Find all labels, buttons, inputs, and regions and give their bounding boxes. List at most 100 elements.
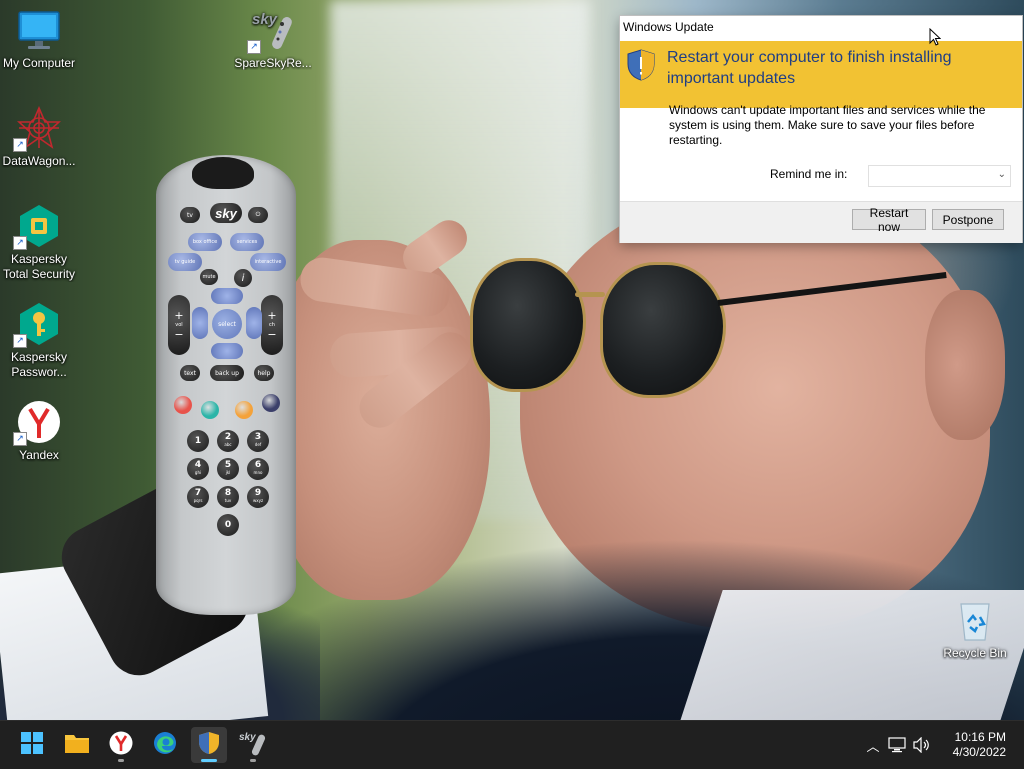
- remote-number-button: 3 def: [247, 430, 269, 452]
- dialog-footer: Restart now Postpone: [620, 201, 1022, 243]
- remote-number-letters: def: [254, 442, 262, 447]
- remote-right-arrow: [246, 307, 262, 339]
- start-button[interactable]: [14, 727, 50, 763]
- desktop-icon-recycle-bin[interactable]: Recycle Bin: [936, 598, 1014, 660]
- remote-left-arrow: [192, 307, 208, 339]
- sky-remote-image: tv sky ⏻ box office services tv guide in…: [156, 155, 296, 615]
- taskbar-clock[interactable]: 10:16 PM 4/30/2022: [953, 730, 1006, 760]
- remote-number-button: 0: [217, 514, 239, 536]
- recycle-bin-icon: [953, 598, 997, 642]
- taskbar-file-explorer[interactable]: [59, 727, 95, 763]
- remote-number-button: 6 mno: [247, 458, 269, 480]
- remote-info-button: i: [234, 269, 252, 287]
- desktop-icon-spare-sky-remote[interactable]: sky ↗ SpareSkyRe...: [234, 8, 312, 70]
- sky-remote-icon: sky ↗: [247, 8, 295, 54]
- desktop-icon-label: Recycle Bin: [943, 646, 1007, 660]
- remote-number-letters: jkl: [225, 470, 231, 475]
- taskbar-kaspersky[interactable]: [191, 727, 227, 763]
- remote-services-button: services: [230, 233, 264, 251]
- desktop-icon-label: Yandex: [19, 448, 59, 462]
- remote-number-button: 2 abc: [217, 430, 239, 452]
- remote-select-button: select: [212, 309, 242, 339]
- desktop-icon-yandex[interactable]: ↗ Yandex: [0, 400, 78, 462]
- chevron-up-icon[interactable]: ︿: [862, 736, 884, 755]
- remote-number-letters: mno: [253, 470, 263, 475]
- remote-color-button: [262, 394, 280, 412]
- datawagon-icon: ↗: [13, 105, 62, 152]
- remote-tv-guide-button: tv guide: [168, 253, 202, 271]
- uac-shield-icon: [627, 49, 655, 81]
- remote-down-arrow: [211, 343, 243, 359]
- shortcut-arrow-icon: ↗: [247, 40, 261, 54]
- shortcut-arrow-icon: ↗: [13, 432, 27, 446]
- desktop-icon-label: SpareSkyRe...: [234, 56, 312, 70]
- monitor-icon: [17, 8, 61, 52]
- remote-number-digit: 5: [224, 460, 232, 470]
- remote-number-letters: wxyz: [252, 498, 264, 503]
- network-icon[interactable]: [884, 737, 910, 753]
- volume-icon[interactable]: [910, 737, 934, 753]
- dialog-title: Windows Update: [623, 20, 714, 34]
- taskbar-edge[interactable]: [147, 727, 183, 763]
- clock-time: 10:16 PM: [954, 730, 1006, 744]
- remote-ir-window: [192, 157, 254, 189]
- wallpaper-ear: [925, 290, 1005, 440]
- yandex-icon: ↗: [13, 400, 61, 446]
- desktop-icon-kaspersky-password[interactable]: ↗ Kaspersky Passwor...: [0, 302, 78, 380]
- remote-color-button: [235, 401, 253, 419]
- wallpaper-glasses-bridge: [575, 292, 605, 297]
- remote-power-button: ⏻: [248, 207, 268, 223]
- remote-number-digit: 2: [224, 432, 232, 442]
- remote-color-button: [201, 401, 219, 419]
- desktop-icon-label: My Computer: [2, 56, 76, 70]
- remote-number-letters: abc: [224, 442, 232, 447]
- system-tray: ︿: [862, 721, 934, 769]
- desktop-icon-my-computer[interactable]: My Computer: [0, 8, 78, 70]
- desktop-icon-label: Kaspersky Passwor...: [10, 350, 68, 379]
- remote-number-button: 1: [187, 430, 209, 452]
- taskbar: sky ︿ 10:16 PM 4/30/2022: [0, 720, 1024, 769]
- taskbar-yandex[interactable]: [103, 727, 139, 763]
- clock-date: 4/30/2022: [952, 745, 1006, 759]
- mouse-cursor-icon: [929, 27, 942, 46]
- dialog-banner: Restart your computer to finish installi…: [620, 41, 1022, 108]
- remote-number-digit: 6: [254, 460, 262, 470]
- plus-icon: +: [267, 309, 277, 322]
- remote-body: [156, 155, 296, 615]
- kaspersky-key-icon: ↗: [13, 302, 61, 348]
- windows-update-dialog: Windows Update Restart your computer to …: [620, 16, 1022, 243]
- remote-number-digit: 7: [194, 488, 202, 498]
- remote-back-up-button: back up: [210, 365, 244, 381]
- yandex-icon: [109, 731, 133, 760]
- kaspersky-icon: [198, 731, 220, 760]
- dialog-message: Windows can't update important files and…: [669, 103, 986, 147]
- svg-text:sky: sky: [252, 11, 278, 28]
- sky-remote-icon: sky: [239, 729, 267, 762]
- remote-volume-rocker: + vol −: [168, 295, 190, 355]
- remote-number-button: 8 tuv: [217, 486, 239, 508]
- edge-icon: [153, 731, 177, 760]
- remote-text-button: text: [180, 365, 200, 381]
- remote-number-letters: pqrs: [193, 498, 203, 503]
- desktop-icon-kaspersky-total-security[interactable]: ↗ Kaspersky Total Security: [0, 204, 78, 282]
- remote-number-button: 5 jkl: [217, 458, 239, 480]
- remote-number-digit: 1: [194, 435, 202, 446]
- remote-sky-button: sky: [210, 203, 242, 223]
- running-indicator: [201, 759, 217, 762]
- remind-me-dropdown[interactable]: ⌄: [868, 165, 1011, 187]
- remote-number-letters: tuv: [224, 498, 232, 503]
- taskbar-sky-remote[interactable]: sky: [235, 727, 271, 763]
- desktop-icon-label: Kaspersky Total Security: [2, 252, 76, 281]
- kaspersky-shield-icon: ↗: [13, 204, 61, 250]
- remote-help-button: help: [254, 365, 274, 381]
- postpone-button[interactable]: Postpone: [932, 209, 1004, 230]
- desktop-icon-datawagon[interactable]: ↗ DataWagon...: [0, 105, 78, 168]
- remind-label: Remind me in:: [770, 167, 848, 181]
- power-icon: ⏻: [255, 211, 261, 218]
- remote-number-digit: 4: [194, 460, 202, 470]
- chevron-down-icon: ⌄: [997, 169, 1006, 180]
- remote-number-digit: 0: [224, 519, 232, 530]
- remote-up-arrow: [211, 288, 243, 304]
- restart-now-button[interactable]: Restart now: [852, 206, 926, 234]
- running-indicator: [118, 759, 124, 762]
